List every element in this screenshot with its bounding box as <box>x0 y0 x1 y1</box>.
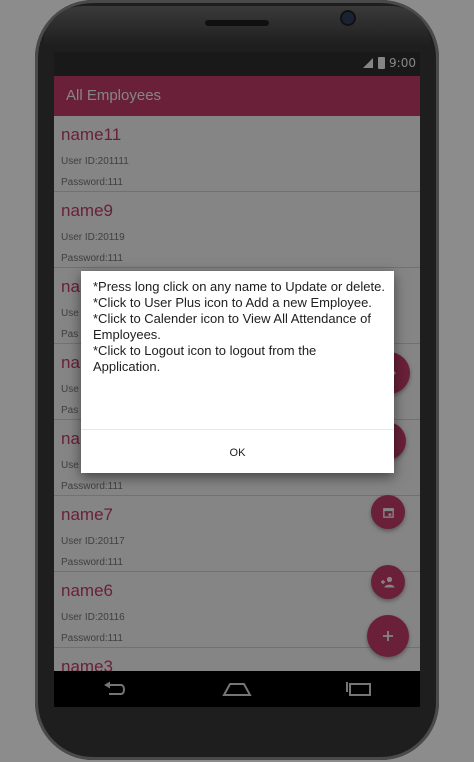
front-camera <box>342 12 354 24</box>
dialog-divider <box>81 429 394 430</box>
phone-speaker <box>205 20 269 26</box>
dialog-message: *Press long click on any name to Update … <box>93 279 385 374</box>
ok-button[interactable]: OK <box>81 435 394 471</box>
phone-bezel <box>43 6 431 46</box>
help-dialog: *Press long click on any name to Update … <box>81 271 394 473</box>
